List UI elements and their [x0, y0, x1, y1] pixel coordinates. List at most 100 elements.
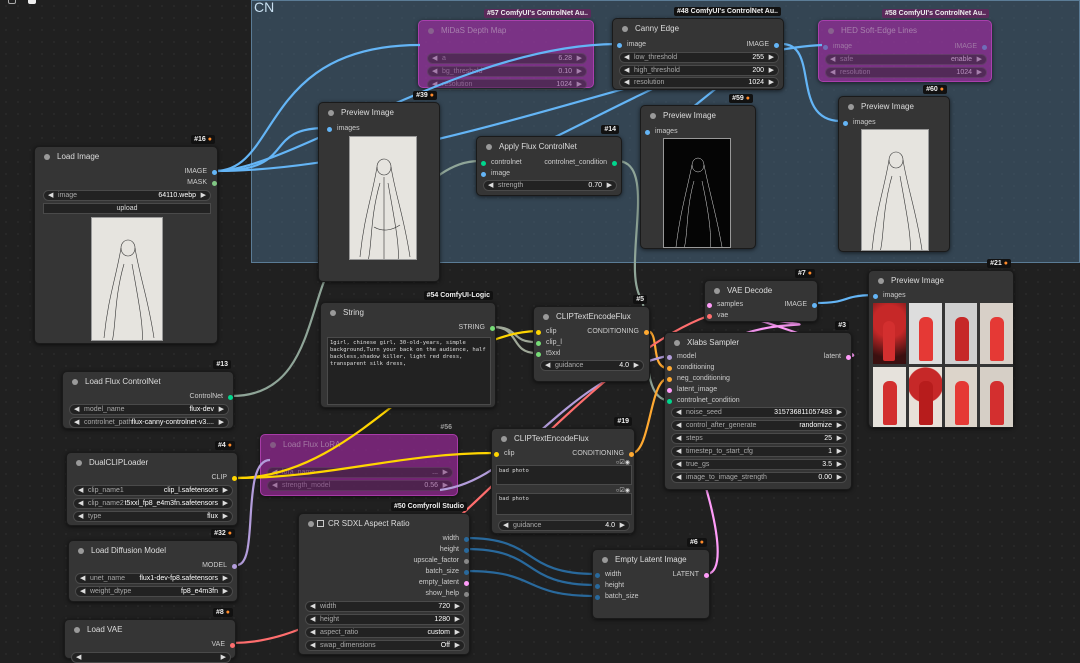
node-load-diffusion-model[interactable]: #32 ● Load Diffusion Model MODEL ◀ unet_na…: [68, 529, 238, 602]
node-dual-clip-loader[interactable]: #4 ● DualCLIPLoader CLIP ◀ clip_name1 clip_…: [66, 441, 238, 526]
node-cr-sdxl-aspect-ratio[interactable]: #50 Comfyroll Studio CR SDXL Aspect Rati…: [298, 502, 470, 655]
widget-timestep-to-start-cfg[interactable]: ◀ timestep_to_start_cfg 1 ▶: [671, 446, 847, 457]
output-upscale-factor[interactable]: upscale_factor: [413, 557, 469, 564]
collapse-checkbox-icon[interactable]: [317, 520, 324, 527]
input-latent-image[interactable]: latent_image: [667, 386, 717, 393]
output-model[interactable]: MODEL: [202, 562, 237, 569]
input-t5xxl[interactable]: t5xxl: [536, 350, 560, 357]
result-thumb[interactable]: [944, 366, 978, 427]
widget-model-name[interactable]: ◀ model_name flux-dev ▶: [69, 404, 229, 415]
node-canny-edge[interactable]: #48 ComfyUI's ControlNet Au.. Canny Edge…: [612, 7, 784, 90]
checkbox-icon[interactable]: [28, 0, 36, 4]
widget-high-threshold[interactable]: ◀ high_threshold 200 ▶: [619, 65, 779, 76]
input-controlnet-condition[interactable]: controlnet_condition: [667, 397, 740, 404]
widget-image[interactable]: ◀ image 64110.webp ▶: [43, 190, 211, 201]
widget-resolution[interactable]: ◀ resolution 1024 ▶: [619, 77, 779, 88]
input-image[interactable]: image: [617, 41, 646, 48]
node-apply-flux-controlnet[interactable]: #14 Apply Flux ControlNet controlnet ima…: [476, 125, 622, 196]
output-latent[interactable]: LATENT: [673, 571, 709, 578]
widget-safe[interactable]: ◀ safe enable ▶: [825, 54, 987, 65]
input-neg-conditioning[interactable]: neg_conditioning: [667, 375, 730, 382]
prompt-textarea[interactable]: 1girl, chinese girl, 30-old-years, simpl…: [327, 337, 491, 405]
result-thumb[interactable]: [944, 303, 978, 364]
output-vae[interactable]: VAE: [212, 641, 235, 648]
widget-bg-threshold[interactable]: ◀ bg_threshold 0.10 ▶: [427, 66, 587, 77]
output-conditioning[interactable]: CONDITIONING: [587, 328, 649, 335]
output-height[interactable]: height: [440, 546, 469, 553]
input-width[interactable]: width: [595, 571, 621, 578]
widget-swap-dimensions[interactable]: ◀ swap_dimensions Off ▶: [305, 640, 465, 651]
input-height[interactable]: height: [595, 582, 624, 589]
output-clip[interactable]: CLIP: [211, 474, 237, 481]
result-thumb[interactable]: [908, 366, 942, 427]
node-load-flux-lora[interactable]: #56 Load Flux LoRA ◀ lora_name... ▶ ◀ stren…: [260, 424, 458, 496]
input-image[interactable]: image: [823, 43, 852, 50]
widget-strength-model[interactable]: ◀ strength_model 0.56 ▶: [267, 480, 453, 491]
widget-lora-name[interactable]: ◀ lora_name... ▶: [267, 467, 453, 478]
widget-clip-name1[interactable]: ◀ clip_name1 clip_l.safetensors ▶: [73, 485, 233, 496]
node-empty-latent-image[interactable]: #6 ● Empty Latent Image width height batc…: [592, 538, 710, 619]
node-midas-depth[interactable]: #57 ComfyUI's ControlNet Au.. MiDaS Dept…: [418, 9, 594, 90]
output-latent[interactable]: latent: [824, 353, 851, 360]
result-image-grid[interactable]: [873, 303, 1013, 427]
widget-resolution[interactable]: ◀ resolution 1024 ▶: [825, 67, 987, 78]
widget-type[interactable]: ◀ type flux ▶: [73, 511, 233, 522]
result-thumb[interactable]: [908, 303, 942, 364]
widget-unet-name[interactable]: ◀ unet_name flux1-dev-fp8.safetensors ▶: [75, 573, 233, 584]
input-batch-size[interactable]: batch_size: [595, 593, 638, 600]
widget-resolution[interactable]: ◀ resolution 1024 ▶: [427, 79, 587, 90]
widget-aspect-ratio[interactable]: ◀ aspect_ratio custom ▶: [305, 627, 465, 638]
output-mask[interactable]: MASK: [187, 179, 217, 186]
widget-steps[interactable]: ◀ steps 25 ▶: [671, 433, 847, 444]
clip-l-textarea[interactable]: bad photo: [496, 465, 632, 485]
output-controlnet[interactable]: ControlNet: [190, 393, 233, 400]
hed-preview[interactable]: [861, 129, 929, 251]
node-hed-soft-edge[interactable]: #58 ComfyUI's ControlNet Au.. HED Soft-E…: [818, 9, 992, 82]
result-thumb[interactable]: [873, 366, 906, 427]
result-thumb[interactable]: [980, 366, 1013, 427]
input-images[interactable]: images: [843, 119, 876, 126]
node-vae-decode[interactable]: #7 ● VAE Decode samples vae IMAGE: [704, 269, 818, 322]
loaded-image-preview[interactable]: [91, 217, 163, 341]
widget-height[interactable]: ◀ height 1280 ▶: [305, 614, 465, 625]
widget-width[interactable]: ◀ width 720 ▶: [305, 601, 465, 612]
upload-button[interactable]: upload: [43, 203, 211, 214]
output-image[interactable]: IMAGE: [184, 168, 217, 175]
node-preview-image-39[interactable]: #39 ● Preview Image images: [318, 91, 440, 282]
output-image[interactable]: IMAGE: [784, 301, 817, 308]
widget-controlnet-path[interactable]: ◀ controlnet_path flux-canny-controlnet-v3…: [69, 417, 229, 428]
node-clip-text-encode-flux-19[interactable]: #19 CLIPTextEncodeFlux clip CONDITIONING…: [491, 417, 635, 534]
output-show-help[interactable]: show_help: [426, 590, 469, 597]
input-images[interactable]: images: [327, 125, 360, 132]
widget-control-after-generate[interactable]: ◀ control_after_generate randomize ▶: [671, 420, 847, 431]
input-clip[interactable]: clip: [536, 328, 557, 335]
input-images[interactable]: images: [873, 292, 906, 299]
node-clip-text-encode-flux-5[interactable]: #5 CLIPTextEncodeFlux clip clip_l t5xxl …: [533, 295, 650, 382]
input-clip-l[interactable]: clip_l: [536, 339, 562, 346]
node-load-image[interactable]: #16 ● Load Image IMAGE MASK ◀ image 64110.w…: [34, 135, 218, 344]
input-model[interactable]: model: [667, 353, 696, 360]
widget-noise-seed[interactable]: ◀ noise_seed 315736811057483 ▶: [671, 407, 847, 418]
input-clip[interactable]: clip: [494, 450, 515, 457]
input-images[interactable]: images: [645, 128, 678, 135]
output-batch-size[interactable]: batch_size: [426, 568, 469, 575]
widget-true-gs[interactable]: ◀ true_gs 3.5 ▶: [671, 459, 847, 470]
output-conditioning[interactable]: CONDITIONING: [572, 450, 634, 457]
output-width[interactable]: width: [443, 535, 469, 542]
output-empty-latent[interactable]: empty_latent: [419, 579, 469, 586]
node-load-flux-controlnet[interactable]: #13 Load Flux ControlNet ControlNet ◀ mod…: [62, 360, 234, 429]
output-image[interactable]: IMAGE: [954, 43, 987, 50]
widget-a[interactable]: ◀ a 6.28 ▶: [427, 53, 587, 64]
canny-edge-preview[interactable]: [663, 138, 731, 248]
input-image[interactable]: image: [481, 170, 510, 177]
node-preview-image-59[interactable]: #59 ● Preview Image images: [640, 94, 756, 249]
node-preview-image-60[interactable]: #60 ● Preview Image images: [838, 85, 950, 252]
node-preview-image-21[interactable]: #21 ● Preview Image images: [868, 259, 1014, 428]
input-conditioning[interactable]: conditioning: [667, 364, 714, 371]
widget-clip-name2[interactable]: ◀ clip_name2 t5xxl_fp8_e4m3fn.safetensors ▶: [73, 498, 233, 509]
widget-guidance[interactable]: ◀ guidance 4.0 ▶: [498, 520, 630, 531]
widget-strength[interactable]: ◀ strength 0.70 ▶: [483, 180, 617, 191]
widget-guidance[interactable]: ◀ guidance 4.0 ▶: [540, 360, 644, 371]
node-string[interactable]: #54 ComfyUI-Logic String STRING 1girl, c…: [320, 291, 496, 408]
output-string[interactable]: STRING: [459, 324, 495, 331]
